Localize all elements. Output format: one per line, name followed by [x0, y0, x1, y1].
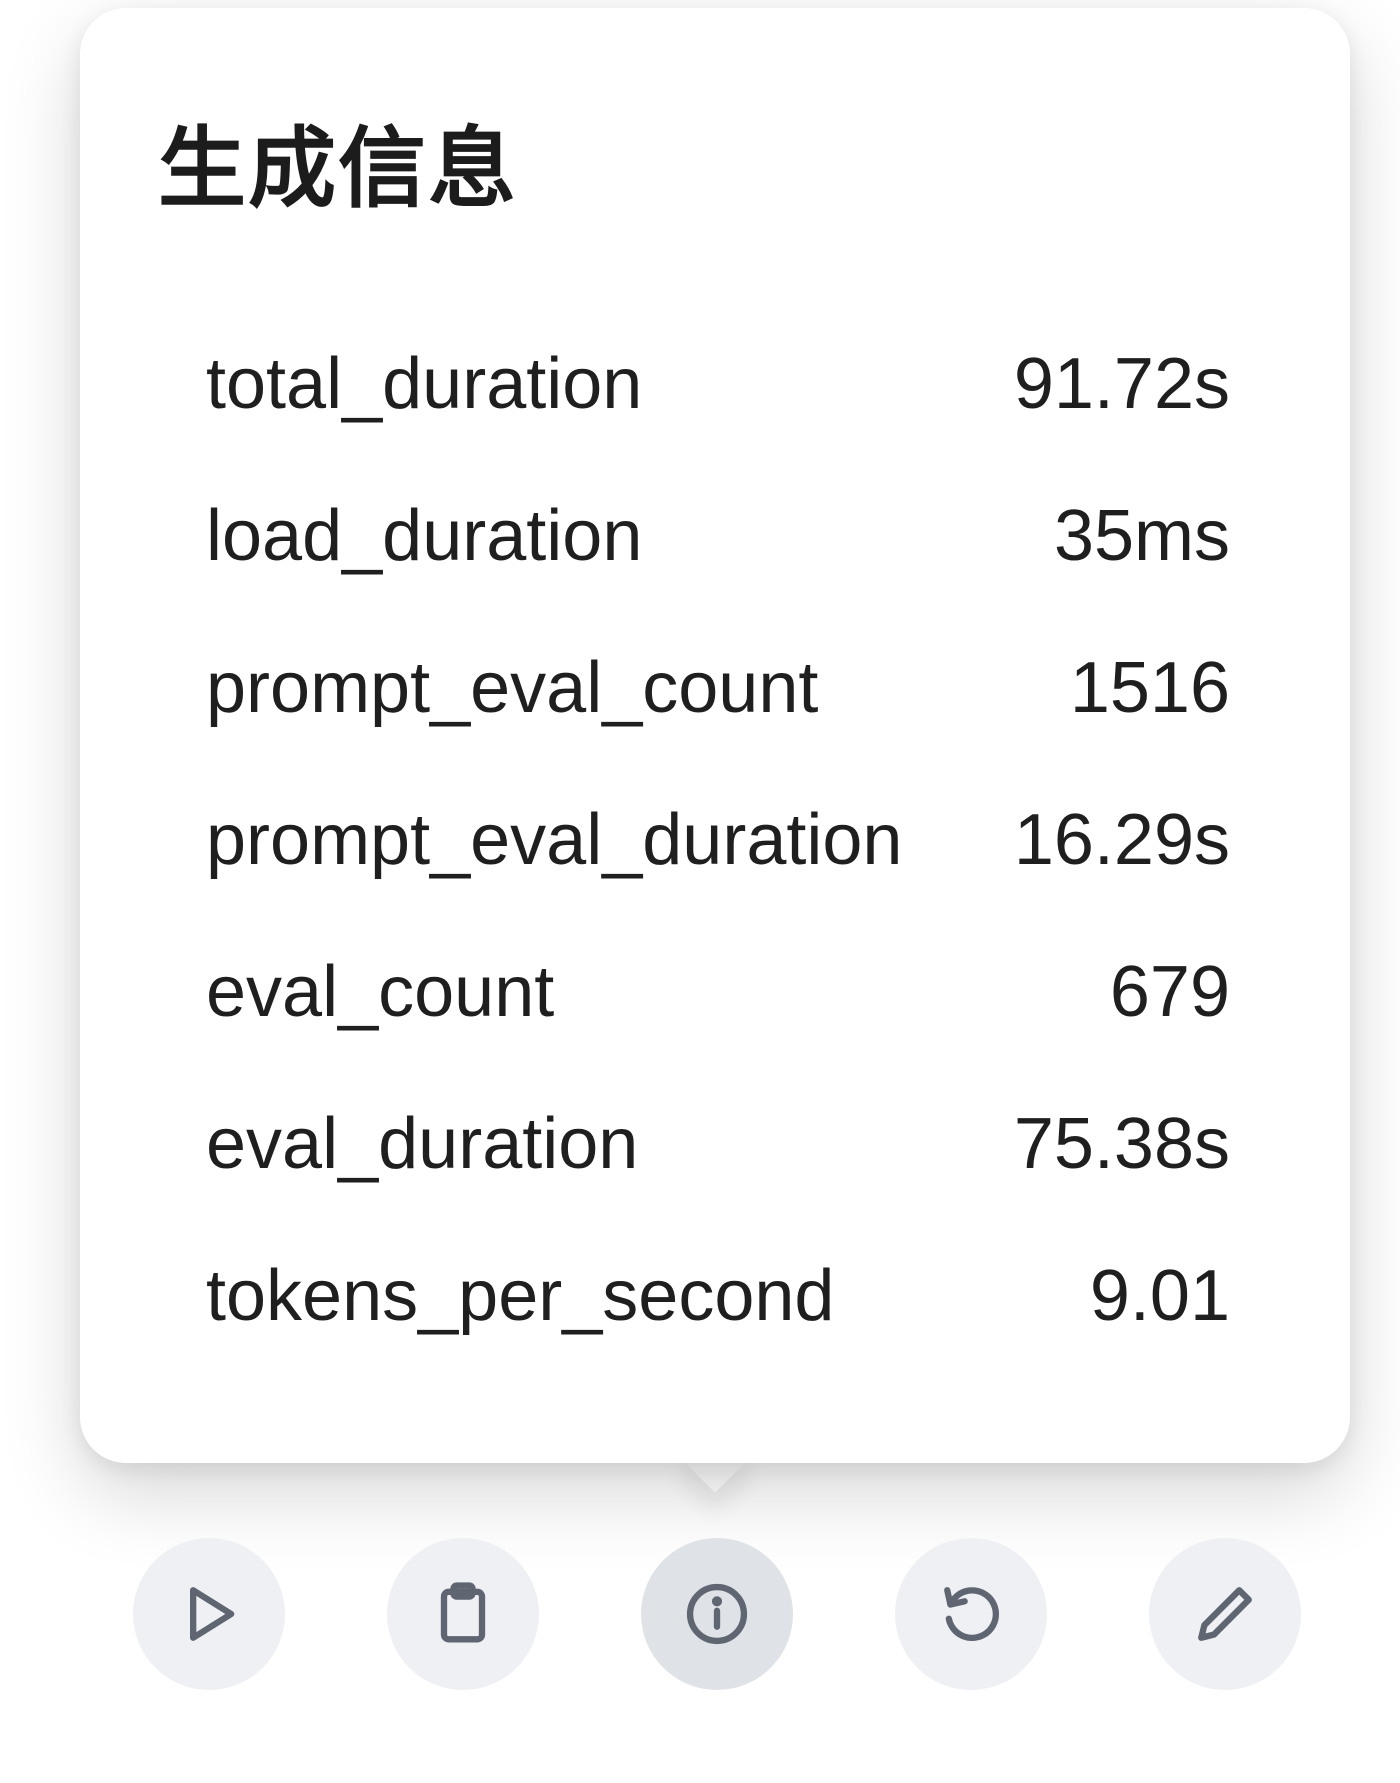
- stat-row-total-duration: total_duration 91.72s: [206, 308, 1230, 460]
- generation-info-button[interactable]: [641, 1538, 793, 1690]
- regenerate-button[interactable]: [895, 1538, 1047, 1690]
- regenerate-icon: [944, 1587, 1000, 1642]
- copy-button[interactable]: [387, 1538, 539, 1690]
- stat-key: load_duration: [206, 496, 643, 576]
- stat-value: 1516: [1069, 648, 1230, 728]
- info-icon: [686, 1583, 748, 1645]
- stat-row-prompt-eval-count: prompt_eval_count 1516: [206, 612, 1230, 764]
- stat-key: prompt_eval_count: [206, 648, 819, 728]
- message-action-toolbar: [133, 1538, 1301, 1690]
- stat-row-eval-duration: eval_duration 75.38s: [206, 1068, 1230, 1220]
- stat-key: total_duration: [206, 344, 643, 424]
- stat-key: tokens_per_second: [206, 1256, 835, 1336]
- stat-value: 91.72s: [1013, 344, 1230, 424]
- stat-key: eval_count: [206, 952, 555, 1032]
- generation-info-popover: 生成信息 total_duration 91.72s load_duration…: [80, 8, 1350, 1463]
- stat-row-tokens-per-second: tokens_per_second 9.01: [206, 1220, 1230, 1372]
- stat-value: 16.29s: [1013, 800, 1230, 880]
- read-aloud-button[interactable]: [133, 1538, 285, 1690]
- clipboard-icon: [440, 1582, 486, 1643]
- stats-list: total_duration 91.72s load_duration 35ms…: [206, 328, 1230, 1372]
- edit-button[interactable]: [1149, 1538, 1301, 1690]
- stat-value: 75.38s: [1013, 1104, 1230, 1184]
- stat-key: eval_duration: [206, 1104, 639, 1184]
- popover-title: 生成信息: [158, 117, 519, 220]
- stat-value: 679: [1109, 952, 1230, 1032]
- play-icon: [190, 1587, 235, 1641]
- stat-row-eval-count: eval_count 679: [206, 916, 1230, 1068]
- stat-value: 9.01: [1089, 1256, 1230, 1336]
- stat-value: 35ms: [1053, 496, 1230, 576]
- stat-key: prompt_eval_duration: [206, 800, 903, 880]
- pencil-icon: [1198, 1587, 1252, 1641]
- stat-row-load-duration: load_duration 35ms: [206, 460, 1230, 612]
- stat-row-prompt-eval-duration: prompt_eval_duration 16.29s: [206, 764, 1230, 916]
